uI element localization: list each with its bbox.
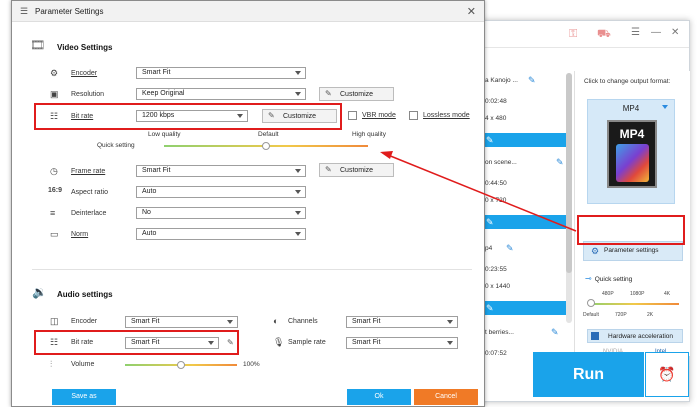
pointer-arrow xyxy=(380,151,577,232)
arrow-line xyxy=(387,154,577,232)
arrow-head xyxy=(380,151,393,159)
screenshot-root: ⚿ ⛟ ☰ — ✕ a Kanojo ... ✎ 0:02:48 4 x 480… xyxy=(0,0,700,407)
